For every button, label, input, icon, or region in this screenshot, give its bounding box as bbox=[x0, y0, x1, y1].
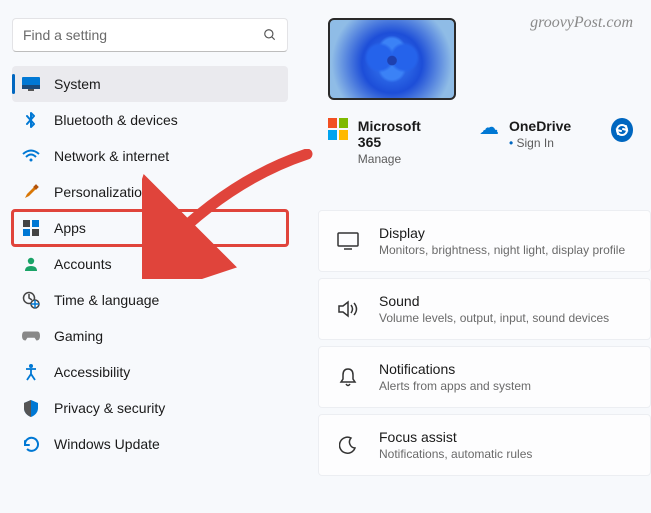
moon-icon bbox=[337, 436, 359, 454]
sidebar-item-label: Bluetooth & devices bbox=[54, 112, 178, 128]
sidebar-item-label: Privacy & security bbox=[54, 400, 165, 416]
sidebar-item-privacy[interactable]: Privacy & security bbox=[12, 390, 288, 426]
card-desc: Notifications, automatic rules bbox=[379, 447, 532, 461]
sidebar-item-label: Gaming bbox=[54, 328, 103, 344]
card-focus-assist[interactable]: Focus assist Notifications, automatic ru… bbox=[318, 414, 651, 476]
search-input[interactable] bbox=[23, 27, 263, 43]
sidebar-item-windows-update[interactable]: Windows Update bbox=[12, 426, 288, 462]
desktop-preview[interactable] bbox=[328, 18, 456, 100]
sidebar-item-accessibility[interactable]: Accessibility bbox=[12, 354, 288, 390]
onedrive-icon: ☁ bbox=[479, 118, 499, 138]
sidebar-item-label: Apps bbox=[54, 220, 86, 236]
card-desc: Volume levels, output, input, sound devi… bbox=[379, 311, 609, 325]
onedrive-title: OneDrive bbox=[509, 118, 571, 134]
ms365-subtitle: Manage bbox=[358, 152, 439, 166]
apps-icon bbox=[22, 219, 40, 237]
sound-icon bbox=[337, 300, 359, 318]
sidebar-item-label: Network & internet bbox=[54, 148, 169, 164]
sidebar-item-gaming[interactable]: Gaming bbox=[12, 318, 288, 354]
onedrive-subtitle: • Sign In bbox=[509, 136, 571, 150]
sidebar-item-personalization[interactable]: Personalization bbox=[12, 174, 288, 210]
sidebar-item-time-language[interactable]: Time & language bbox=[12, 282, 288, 318]
accessibility-icon bbox=[22, 363, 40, 381]
sidebar-item-label: Windows Update bbox=[54, 436, 160, 452]
ms365-title: Microsoft 365 bbox=[358, 118, 439, 150]
sidebar-item-label: Accessibility bbox=[54, 364, 130, 380]
shield-icon bbox=[22, 399, 40, 417]
card-title: Focus assist bbox=[379, 429, 532, 445]
card-notifications[interactable]: Notifications Alerts from apps and syste… bbox=[318, 346, 651, 408]
sidebar-item-label: Personalization bbox=[54, 184, 150, 200]
onedrive-tile[interactable]: ☁ OneDrive • Sign In bbox=[479, 118, 571, 150]
card-display[interactable]: Display Monitors, brightness, night ligh… bbox=[318, 210, 651, 272]
bell-icon bbox=[337, 367, 359, 387]
search-icon bbox=[263, 28, 277, 42]
sidebar-item-label: System bbox=[54, 76, 101, 92]
card-desc: Monitors, brightness, night light, displ… bbox=[379, 243, 625, 257]
sidebar-item-accounts[interactable]: Accounts bbox=[12, 246, 288, 282]
sidebar-item-network[interactable]: Network & internet bbox=[12, 138, 288, 174]
microsoft-365-icon bbox=[328, 118, 348, 140]
sidebar-item-label: Time & language bbox=[54, 292, 159, 308]
system-panel: Microsoft 365 Manage ☁ OneDrive • Sign I… bbox=[300, 0, 651, 513]
settings-sidebar: System Bluetooth & devices Network & int… bbox=[0, 0, 300, 513]
search-input-wrapper[interactable] bbox=[12, 18, 288, 52]
clock-globe-icon bbox=[22, 291, 40, 309]
display-icon bbox=[337, 232, 359, 250]
sync-button[interactable] bbox=[611, 118, 633, 142]
card-desc: Alerts from apps and system bbox=[379, 379, 531, 393]
paintbrush-icon bbox=[22, 183, 40, 201]
windows-update-icon bbox=[22, 435, 40, 453]
card-title: Notifications bbox=[379, 361, 531, 377]
card-title: Sound bbox=[379, 293, 609, 309]
sidebar-item-system[interactable]: System bbox=[12, 66, 288, 102]
microsoft-365-tile[interactable]: Microsoft 365 Manage bbox=[328, 118, 439, 166]
system-icon bbox=[22, 75, 40, 93]
sidebar-item-bluetooth[interactable]: Bluetooth & devices bbox=[12, 102, 288, 138]
sidebar-item-apps[interactable]: Apps bbox=[12, 210, 288, 246]
sidebar-item-label: Accounts bbox=[54, 256, 112, 272]
card-sound[interactable]: Sound Volume levels, output, input, soun… bbox=[318, 278, 651, 340]
card-title: Display bbox=[379, 225, 625, 241]
gamepad-icon bbox=[22, 327, 40, 345]
person-icon bbox=[22, 255, 40, 273]
wifi-icon bbox=[22, 147, 40, 165]
bluetooth-icon bbox=[22, 111, 40, 129]
